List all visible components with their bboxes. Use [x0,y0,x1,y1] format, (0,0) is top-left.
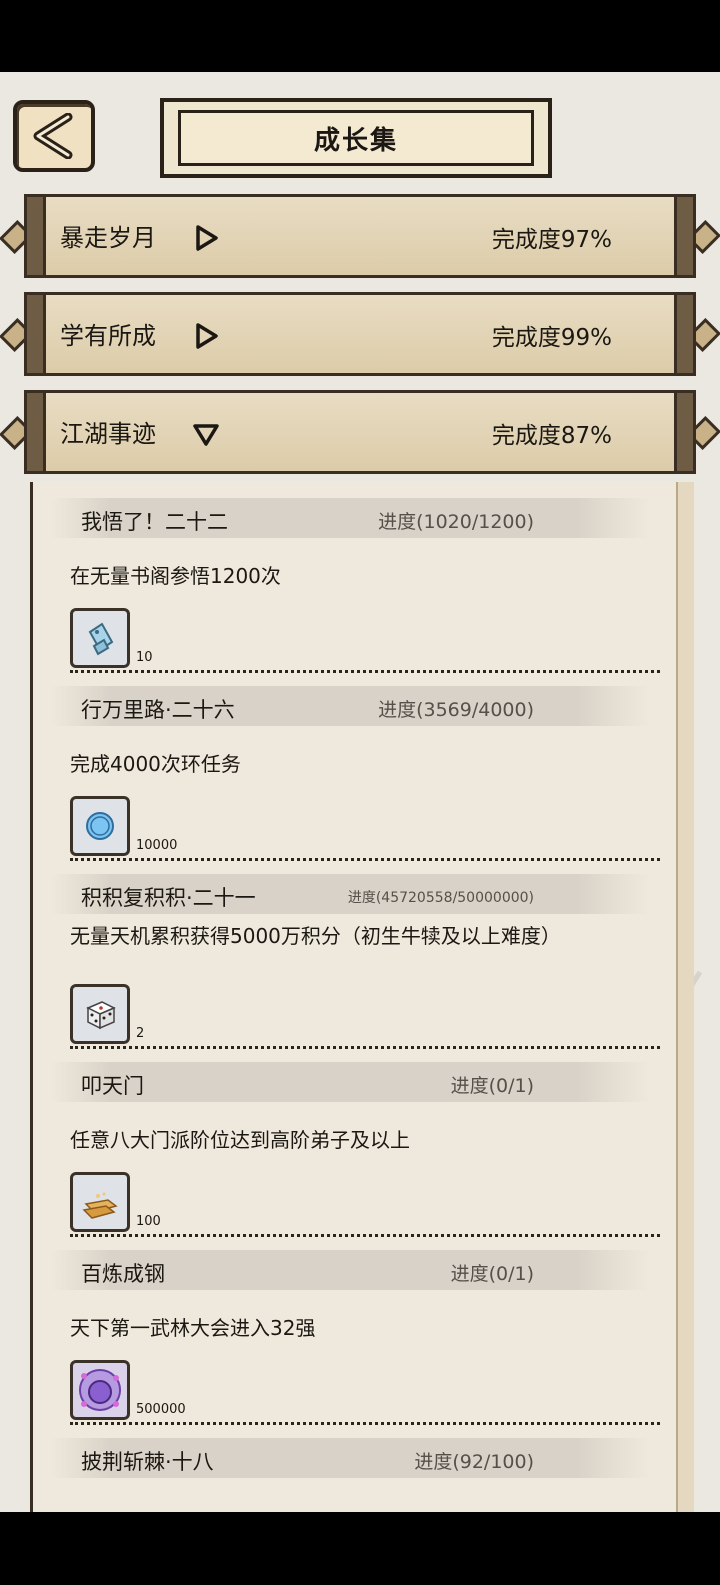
divider [70,858,660,861]
achievement-name: 积积复积积·二十一 [81,886,256,910]
category-completion: 完成度87% [491,423,612,449]
triangle-right-icon [196,225,218,251]
reward-item[interactable] [70,1360,130,1420]
achievement-name: 行万里路·二十六 [81,698,235,722]
reward-item[interactable] [70,796,130,856]
title-plaque: 成长集 [160,98,552,178]
achievement-progress: 进度(92/100) [414,1451,534,1473]
tag-ticket-icon [88,622,114,656]
category-name: 江湖事迹 [60,420,156,448]
category-completion: 完成度97% [491,227,612,253]
reward-quantity: 10 [136,650,153,665]
category-name: 学有所成 [60,322,156,350]
achievement-progress: 进度(0/1) [450,1075,534,1097]
reward-quantity: 500000 [136,1402,186,1417]
achievement-progress: 进度(45720558/50000000) [347,890,534,906]
back-button[interactable] [13,100,95,172]
achievement-name: 我悟了！二十二 [81,510,228,534]
category-row-baozou[interactable]: 暴走岁月 完成度97% [0,190,720,282]
reward-quantity: 100 [136,1214,161,1229]
category-name: 暴走岁月 [60,224,156,252]
triangle-down-icon [193,424,219,446]
page-title: 成长集 [178,110,534,166]
reward-item[interactable] [70,984,130,1044]
divider [70,1234,660,1237]
reward-item[interactable] [70,608,130,668]
category-completion: 完成度99% [491,325,612,351]
achievement-name: 披荆斩棘·十八 [81,1450,214,1474]
category-row-xueyou[interactable]: 学有所成 完成度99% [0,288,720,380]
category-row-jianghu[interactable]: 江湖事迹 完成度87% [0,386,720,478]
achievement-desc: 无量天机累积获得5000万积分（初生牛犊及以上难度） [70,924,561,948]
gold-ingot-icon [82,1192,118,1219]
achievement-progress: 进度(0/1) [450,1263,534,1285]
achievement-desc: 天下第一武林大会进入32强 [70,1316,316,1340]
triangle-right-icon [196,323,218,349]
dice-icon [86,1001,116,1030]
divider [70,670,660,673]
reward-quantity: 2 [136,1026,145,1041]
achievement-progress: 进度(3569/4000) [378,699,534,721]
achievement-desc: 任意八大门派阶位达到高阶弟子及以上 [70,1128,410,1152]
achievement-screen: 成长集 暴走岁月 完成度97% 学有所成 完成度99% 江湖事迹 完成度87% [0,72,720,1512]
achievement-name: 百炼成钢 [81,1262,165,1286]
achievement-desc: 完成4000次环任务 [70,752,241,776]
divider [70,1422,660,1425]
reward-quantity: 10000 [136,838,178,853]
reward-item[interactable] [70,1172,130,1232]
coin-icon [86,812,114,840]
achievement-name: 叩天门 [81,1074,144,1098]
divider [70,1046,660,1049]
achievement-desc: 在无量书阁参悟1200次 [70,564,281,588]
purple-orb-icon [79,1369,121,1411]
chevron-left-icon [33,113,73,159]
achievement-progress: 进度(1020/1200) [378,511,534,533]
